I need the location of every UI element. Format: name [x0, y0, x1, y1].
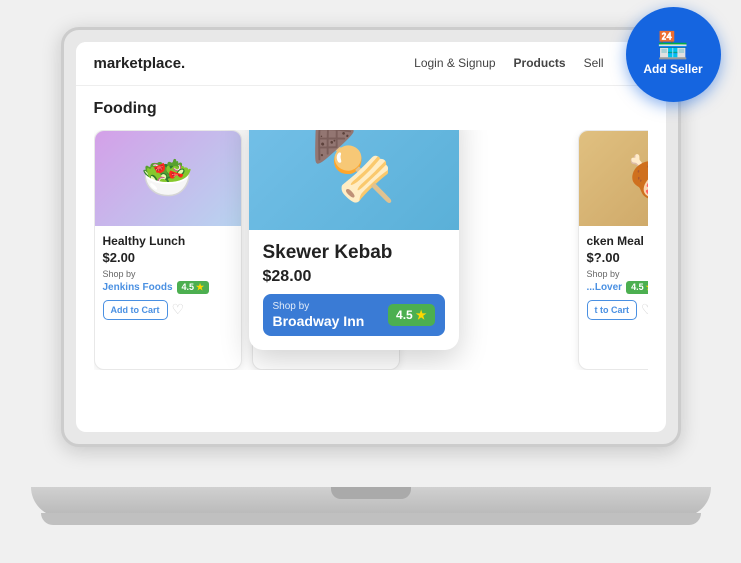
product-info-4: cken Meal $?.00 Shop by ...Lover 4.5 ★ [579, 226, 648, 328]
card-actions-4: t to Cart ♡ [587, 300, 648, 320]
product-card-4: 🍖 cken Meal $?.00 Shop by ...Lover 4.5 ★ [578, 130, 648, 370]
star-icon-1: ★ [196, 282, 204, 293]
featured-seller-bar: Shop by Broadway Inn 4.5 ★ [263, 294, 445, 336]
laptop-base [31, 487, 711, 517]
product-card-1: 🥗 Healthy Lunch $2.00 Shop by Jenkins Fo… [94, 130, 242, 370]
featured-rating-value: 4.5 [396, 308, 413, 322]
main-content: Fooding 🥗 Healthy Lunch $2.00 Shop by [76, 86, 666, 384]
seller-name-4: ...Lover [587, 282, 623, 293]
featured-seller-name: Broadway Inn [273, 313, 365, 329]
featured-info: Skewer Kebab $28.00 Shop by Broadway Inn… [249, 230, 459, 350]
brand-logo: marketplace. [94, 55, 415, 72]
star-icon-4: ★ [646, 282, 648, 293]
featured-star-icon: ★ [416, 308, 427, 322]
product-image-1: 🥗 [95, 131, 241, 226]
product-price-1: $2.00 [103, 250, 233, 265]
seller-name-1: Jenkins Foods [103, 282, 173, 293]
products-row: 🥗 Healthy Lunch $2.00 Shop by Jenkins Fo… [94, 130, 648, 370]
nav-products[interactable]: Products [514, 56, 566, 70]
laptop-screen: marketplace. Login & Signup Products Sel… [61, 27, 681, 447]
product-info-1: Healthy Lunch $2.00 Shop by Jenkins Food… [95, 226, 241, 328]
rating-badge-4: 4.5 ★ [626, 281, 647, 294]
seller-row-1: Jenkins Foods 4.5 ★ [103, 281, 233, 294]
add-seller-button[interactable]: 🏪 Add Seller [626, 7, 721, 102]
featured-card: 🍢 Skewer Kebab $28.00 Shop by Broadway I… [249, 130, 459, 350]
featured-food-emoji: 🍢 [310, 130, 397, 206]
add-to-cart-btn-1[interactable]: Add to Cart [103, 300, 168, 320]
wishlist-btn-4[interactable]: ♡ [641, 301, 648, 318]
section-title: Fooding [94, 100, 648, 118]
product-image-4: 🍖 [579, 131, 648, 226]
rating-badge-1: 4.5 ★ [177, 281, 210, 294]
screen-inner: marketplace. Login & Signup Products Sel… [76, 42, 666, 432]
rating-value-1: 4.5 [182, 282, 195, 292]
product-name-1: Healthy Lunch [103, 234, 233, 248]
wishlist-btn-1[interactable]: ♡ [172, 301, 185, 318]
add-seller-label: Add Seller [643, 62, 702, 76]
add-to-cart-btn-4[interactable]: t to Cart [587, 300, 638, 320]
food-emoji-1: 🥗 [141, 157, 193, 199]
seller-row-4: ...Lover 4.5 ★ [587, 281, 648, 294]
nav-links: Login & Signup Products Sell 🛒 [414, 53, 647, 73]
card-actions-1: Add to Cart ♡ [103, 300, 233, 320]
featured-price: $28.00 [263, 268, 445, 286]
product-name-4: cken Meal [587, 234, 648, 248]
rating-value-4: 4.5 [631, 282, 644, 292]
navbar: marketplace. Login & Signup Products Sel… [76, 42, 666, 86]
featured-shop-label: Shop by [273, 301, 365, 312]
scene: marketplace. Login & Signup Products Sel… [31, 17, 711, 547]
nav-sell[interactable]: Sell [584, 56, 604, 70]
product-price-4: $?.00 [587, 250, 648, 265]
featured-rating: 4.5 ★ [388, 304, 434, 326]
shop-by-label-1: Shop by [103, 269, 233, 279]
store-icon: 🏪 [657, 32, 689, 58]
shop-by-label-4: Shop by [587, 269, 648, 279]
nav-login[interactable]: Login & Signup [414, 56, 495, 70]
featured-card-image: 🍢 [249, 130, 459, 230]
featured-name: Skewer Kebab [263, 242, 445, 264]
featured-seller-info: Shop by Broadway Inn [273, 301, 365, 329]
food-emoji-4: 🍖 [625, 157, 647, 199]
